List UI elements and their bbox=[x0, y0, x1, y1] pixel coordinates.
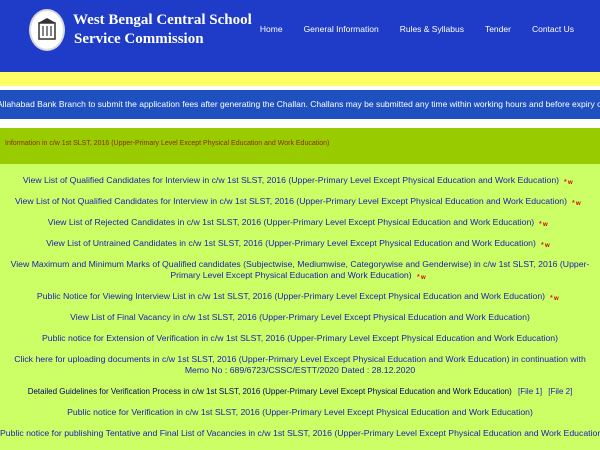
site-header: West Bengal Central School Service Commi… bbox=[0, 0, 600, 72]
main-nav: Home General Information Rules & Syllabu… bbox=[260, 24, 574, 34]
svg-text:*: * bbox=[572, 200, 575, 206]
list-item[interactable]: Public notice for Extension of Verificat… bbox=[0, 333, 600, 344]
brand-line-2: Service Commission bbox=[74, 31, 204, 47]
nav-contact-us[interactable]: Contact Us bbox=[532, 24, 574, 34]
svg-text:w: w bbox=[567, 180, 573, 185]
section-heading: Information in c/w 1st SLST, 2016 (Upper… bbox=[0, 128, 600, 164]
notice-link[interactable]: Click here for uploading documents in c/… bbox=[14, 354, 586, 375]
ticker-text: Allahabad Bank Branch to submit the appl… bbox=[0, 99, 600, 109]
nav-general-information[interactable]: General Information bbox=[304, 24, 379, 34]
list-item[interactable]: View List of Not Qualified Candidates fo… bbox=[0, 196, 600, 207]
svg-text:*: * bbox=[564, 179, 567, 185]
emblem-logo[interactable] bbox=[29, 9, 65, 51]
svg-text:*: * bbox=[541, 242, 544, 248]
notice-link[interactable]: View List of Final Vacancy in c/w 1st SL… bbox=[70, 312, 530, 322]
list-item[interactable]: Click here for uploading documents in c/… bbox=[0, 354, 600, 376]
list-item[interactable]: View List of Untrained Candidates in c/w… bbox=[0, 238, 600, 249]
new-badge-icon: * w bbox=[550, 295, 559, 301]
nav-rules-syllabus[interactable]: Rules & Syllabus bbox=[400, 24, 464, 34]
new-badge-icon: * w bbox=[564, 179, 573, 185]
svg-text:*: * bbox=[550, 295, 553, 301]
new-badge-icon: * w bbox=[572, 200, 581, 206]
list-item[interactable]: View List of Final Vacancy in c/w 1st SL… bbox=[0, 312, 600, 323]
nav-tender[interactable]: Tender bbox=[485, 24, 511, 34]
new-badge-icon: * w bbox=[539, 221, 548, 227]
file-2-link[interactable]: [File 2] bbox=[548, 387, 572, 396]
list-item[interactable]: View List of Qualified Candidates for In… bbox=[0, 175, 600, 186]
list-item[interactable]: Public Notice for Viewing Interview List… bbox=[0, 291, 600, 302]
new-badge-icon: * w bbox=[541, 242, 550, 248]
notice-link[interactable]: View List of Not Qualified Candidates fo… bbox=[15, 196, 567, 206]
emblem-icon bbox=[38, 18, 56, 40]
notice-link[interactable]: Public notice for publishing Tentative a… bbox=[0, 428, 600, 438]
list-item[interactable]: View Maximum and Minimum Marks of Qualif… bbox=[0, 259, 600, 281]
divider bbox=[0, 119, 600, 128]
list-item[interactable]: View List of Rejected Candidates in c/w … bbox=[0, 217, 600, 228]
notice-link[interactable]: View List of Rejected Candidates in c/w … bbox=[48, 217, 534, 227]
svg-text:w: w bbox=[542, 222, 548, 227]
list-item: Detailed Guidelines for Verification Pro… bbox=[0, 386, 600, 397]
list-item[interactable]: Public notice for Verification in c/w 1s… bbox=[0, 407, 600, 418]
svg-text:w: w bbox=[544, 243, 550, 248]
news-ticker[interactable]: Allahabad Bank Branch to submit the appl… bbox=[0, 90, 600, 119]
notice-link[interactable]: View List of Qualified Candidates for In… bbox=[23, 175, 559, 185]
brand-line-1: West Bengal Central School bbox=[73, 12, 252, 28]
new-badge-icon: * w bbox=[417, 274, 426, 280]
yellow-divider bbox=[0, 72, 600, 86]
svg-text:w: w bbox=[553, 296, 559, 301]
notice-text: Detailed Guidelines for Verification Pro… bbox=[27, 387, 512, 396]
svg-text:*: * bbox=[417, 274, 420, 280]
svg-text:*: * bbox=[539, 221, 542, 227]
notice-link[interactable]: View List of Untrained Candidates in c/w… bbox=[46, 238, 536, 248]
notice-link[interactable]: Public Notice for Viewing Interview List… bbox=[37, 291, 545, 301]
notice-list: View List of Qualified Candidates for In… bbox=[0, 164, 600, 439]
nav-home[interactable]: Home bbox=[260, 24, 283, 34]
list-item[interactable]: Public notice for publishing Tentative a… bbox=[0, 428, 600, 439]
notice-link[interactable]: Public notice for Extension of Verificat… bbox=[42, 333, 558, 343]
notice-link[interactable]: View Maximum and Minimum Marks of Qualif… bbox=[11, 259, 590, 280]
notice-link[interactable]: Public notice for Verification in c/w 1s… bbox=[67, 407, 533, 417]
file-1-link[interactable]: [File 1] bbox=[518, 387, 542, 396]
svg-text:w: w bbox=[420, 275, 426, 280]
brand-name[interactable]: West Bengal Central School Service Commi… bbox=[73, 11, 252, 49]
svg-text:w: w bbox=[575, 201, 581, 206]
